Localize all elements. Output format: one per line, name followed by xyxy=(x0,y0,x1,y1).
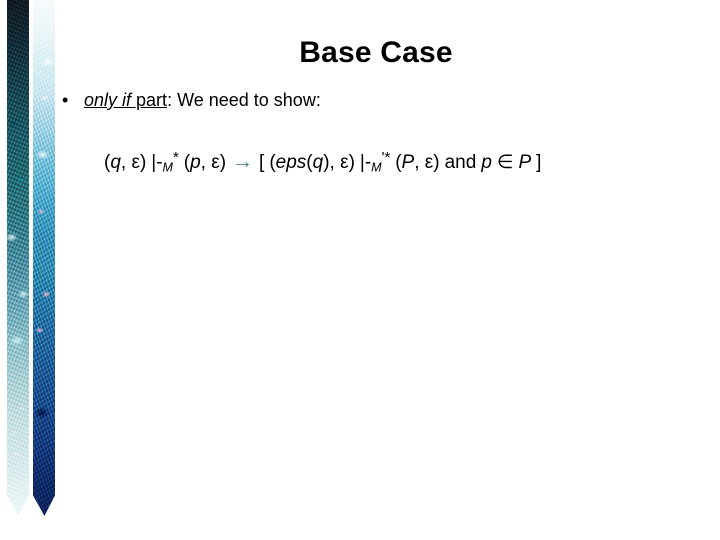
rhs-member-symbol: ∈ xyxy=(496,152,514,174)
lhs-epsilon: ε xyxy=(131,152,140,174)
lhs-close-paren: ) xyxy=(139,152,147,174)
rhs-set-P: P xyxy=(401,152,415,174)
page-title: Base Case xyxy=(299,36,453,69)
rhs-open-bracket: [ xyxy=(259,152,265,174)
rhs-comma: , xyxy=(329,152,341,174)
lhs-state-q: q xyxy=(110,152,121,174)
floral-strip-right xyxy=(33,0,55,516)
slide-canvas: Base Case • only if part: We need to sho… xyxy=(0,0,720,540)
rhs-eps-function: eps xyxy=(275,152,307,174)
rhs-epsilon-2: ε xyxy=(424,152,434,174)
rhs-turnstile: |- xyxy=(359,152,372,174)
lhs-star-superscript: * xyxy=(173,150,179,166)
rhs-and-keyword: and xyxy=(444,152,477,174)
rhs-close-paren-2: ) xyxy=(433,152,440,174)
rhs-epsilon: ε xyxy=(340,152,349,174)
lhs-machine-subscript: M xyxy=(162,160,173,175)
rhs-close-bracket: ] xyxy=(536,152,542,174)
lhs-epsilon-2: ε xyxy=(211,152,220,174)
lhs-comma: , xyxy=(120,152,132,174)
formula-expression: (q, ε) |-M* (p, ε) →[(eps(q), ε) |-M'* (P, ε)… xyxy=(104,150,541,176)
bullet-text: only if part: We need to show: xyxy=(84,90,321,111)
rhs-machine-subscript: M xyxy=(371,160,382,175)
formula-rhs: [(eps(q), ε) |-M'* (P, ε) and p ∈ P] xyxy=(259,150,542,175)
bullet-marker-icon: • xyxy=(62,90,69,110)
rhs-close-paren: ) xyxy=(348,152,355,174)
formula-lhs: (q, ε) |-M* (p, ε) xyxy=(104,150,226,175)
bullet-list-item: • only if part: We need to show: xyxy=(62,90,321,111)
rhs-member-p: p xyxy=(481,152,492,174)
rhs-member-set-P: P xyxy=(518,152,532,174)
lhs-turnstile: |- xyxy=(151,152,163,174)
bullet-emphasis-plain: part xyxy=(131,90,168,110)
rhs-prime-star-superscript: '* xyxy=(381,150,391,166)
bullet-rest: : We need to show: xyxy=(167,90,321,110)
decorative-border xyxy=(0,0,56,540)
rhs-comma-2: , xyxy=(414,152,425,174)
implication-arrow-icon: → xyxy=(232,150,254,174)
floral-strip-left xyxy=(7,0,29,516)
bullet-emphasis-italic: only if xyxy=(84,90,132,110)
lhs-comma-2: , xyxy=(200,152,212,174)
rhs-fn-arg-q: q xyxy=(312,152,324,174)
lhs-state-p: p xyxy=(190,152,201,174)
